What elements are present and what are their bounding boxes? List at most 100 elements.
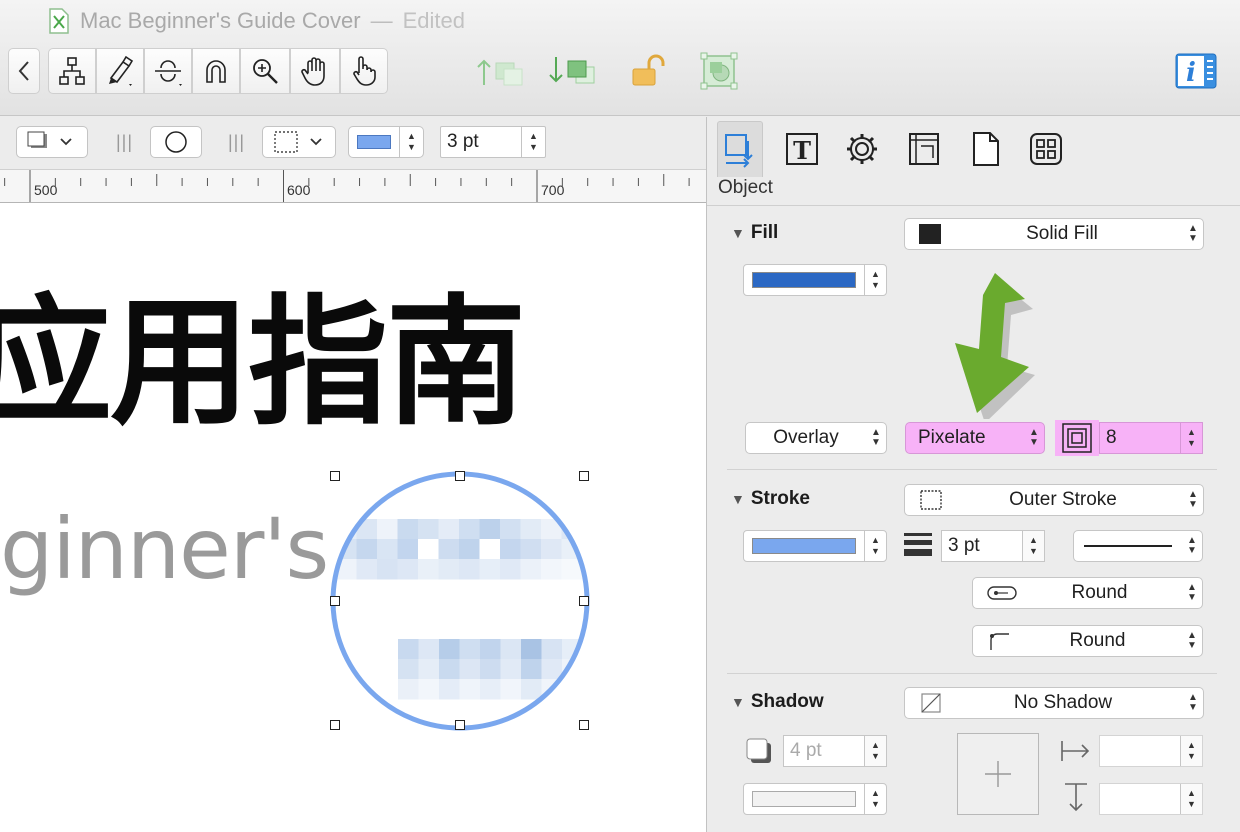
diagram-tree-icon (59, 57, 85, 85)
cover-subtitle[interactable]: ginner's (0, 507, 329, 591)
line-join-popup[interactable]: Round ▲ ▼ (972, 625, 1203, 657)
circle-shape-icon (165, 131, 187, 153)
hand-tool-button[interactable] (290, 48, 340, 94)
document-icon (49, 8, 69, 34)
disclosure-triangle-icon: ▼ (731, 694, 745, 710)
shadow-type-value: No Shadow (1013, 692, 1113, 713)
stroke-type-popup[interactable]: Outer Stroke ▲ ▼ (904, 484, 1204, 516)
shadow-x-offset-field[interactable]: ▲ ▼ (1099, 735, 1203, 767)
shadow-color-stepper[interactable]: ▲ ▼ (864, 784, 886, 814)
pixel-block (439, 659, 460, 680)
stroke-width-value: 3 pt (447, 131, 479, 152)
fill-color-stepper[interactable]: ▲ ▼ (864, 265, 886, 295)
window-title: Mac Beginner's Guide Cover — Edited (48, 6, 465, 36)
pixel-block (397, 539, 419, 560)
shape-style-popup[interactable] (16, 126, 88, 158)
fill-color-well[interactable]: ▲ ▼ (743, 264, 887, 296)
bring-forward-button[interactable] (474, 48, 530, 94)
shadow-fuzziness-field[interactable]: 4 pt ▲ ▼ (783, 735, 887, 767)
tab-text[interactable]: T (779, 121, 825, 177)
shadow-offset-pad[interactable] (957, 733, 1039, 815)
pixel-block (377, 559, 398, 580)
mask-button[interactable] (696, 48, 742, 94)
pixel-amount-stepper[interactable]: ▲ ▼ (1180, 423, 1202, 453)
drawing-canvas[interactable]: 应用指南 ginner's (0, 203, 706, 832)
selection-handle[interactable] (579, 596, 589, 606)
stroke-width-icon (903, 531, 935, 561)
selection-handle[interactable] (455, 720, 465, 730)
tab-properties[interactable] (839, 121, 885, 177)
shadow-color-swatch (752, 791, 856, 807)
fill-effect-popup[interactable]: Pixelate ▲ ▼ (905, 422, 1045, 454)
lock-button[interactable] (626, 48, 676, 94)
circle-shape-button[interactable] (150, 126, 202, 158)
solid-fill-icon (919, 224, 941, 244)
selection-handle[interactable] (330, 471, 340, 481)
selection-handle[interactable] (455, 471, 465, 481)
pixel-block (521, 659, 542, 680)
stroke-pattern-popup[interactable]: ▲ ▼ (1073, 530, 1203, 562)
tab-document[interactable] (963, 121, 1009, 177)
line-cap-popup[interactable]: Round ▲ ▼ (972, 577, 1203, 609)
zoom-button[interactable] (240, 48, 290, 94)
color-stepper[interactable]: ▲ ▼ (399, 127, 423, 157)
magnet-line-icon (155, 60, 182, 86)
crosshair-icon (985, 761, 1011, 787)
shadow-y-offset-stepper[interactable]: ▲ ▼ (1180, 784, 1202, 814)
pixel-block (500, 559, 521, 580)
pixel-block (500, 659, 522, 680)
shadow-section-toggle[interactable]: ▼ Shadow (731, 691, 824, 713)
stroke-color-well[interactable]: ▲ ▼ (743, 530, 887, 562)
browse-tool-button[interactable] (340, 48, 388, 94)
cover-heading[interactable]: 应用指南 (0, 293, 526, 433)
stroke-color-well[interactable]: ▲ ▼ (348, 126, 424, 158)
stroke-section-toggle[interactable]: ▼ Stroke (731, 488, 810, 510)
stroke-width-field[interactable]: 3 pt ▲ ▼ (440, 126, 546, 158)
hand-pan-icon (301, 57, 325, 86)
diagram-tool-button[interactable] (48, 48, 96, 94)
back-button[interactable] (8, 48, 40, 94)
pixel-amount-field[interactable]: 8 ▲ ▼ (1099, 422, 1203, 454)
stroke-width-field[interactable]: 3 pt ▲ ▼ (941, 530, 1045, 562)
pixel-block (520, 519, 542, 540)
style-brush-button[interactable] (96, 48, 144, 94)
object-inspector: T Object ▼ Fill Solid Fill ▲ ▼ ▲ ▼ Overl… (706, 117, 1240, 832)
fill-label: Fill (750, 222, 779, 243)
shadow-label: Shadow (750, 691, 824, 712)
blend-mode-popup[interactable]: Overlay ▲ ▼ (745, 422, 887, 454)
stroke-color-stepper[interactable]: ▲ ▼ (864, 531, 886, 561)
inspector-toggle-button[interactable]: i (1172, 48, 1220, 94)
send-backward-button[interactable] (546, 48, 602, 94)
magnet-line-button[interactable] (144, 48, 192, 94)
tab-canvas[interactable] (901, 121, 947, 177)
selection-handle[interactable] (330, 596, 340, 606)
format-divider: ||| (228, 132, 246, 152)
shadow-y-offset-field[interactable]: ▲ ▼ (1099, 783, 1203, 815)
magnet-button[interactable] (192, 48, 240, 94)
selection-handle[interactable] (330, 720, 340, 730)
pixel-block (500, 539, 521, 560)
shadow-type-popup[interactable]: No Shadow ▲ ▼ (904, 687, 1204, 719)
fill-type-popup[interactable]: Solid Fill ▲ ▼ (904, 218, 1204, 250)
selection-handle[interactable] (579, 720, 589, 730)
horizontal-offset-icon (1059, 737, 1093, 765)
shadow-fuzziness-stepper[interactable]: ▲ ▼ (864, 736, 886, 766)
stroke-style-popup[interactable] (262, 126, 336, 158)
selection-handle[interactable] (579, 471, 589, 481)
pixel-block (521, 639, 542, 660)
properties-gear-icon (847, 134, 877, 164)
selected-circle-shape[interactable] (330, 471, 590, 731)
send-backward-icon (549, 57, 595, 84)
vertical-offset-icon (1061, 781, 1091, 815)
tab-object[interactable] (717, 121, 763, 177)
shadow-fuzz-icon (745, 737, 773, 765)
stroke-width-stepper[interactable]: ▲ ▼ (1022, 531, 1044, 561)
width-stepper[interactable]: ▲ ▼ (521, 127, 545, 157)
fill-color-swatch (752, 272, 856, 288)
app-window: Mac Beginner's Guide Cover — Edited i ||… (0, 0, 1240, 832)
tab-stencils[interactable] (1023, 121, 1069, 177)
fill-section-toggle[interactable]: ▼ Fill (731, 222, 778, 244)
shadow-x-offset-stepper[interactable]: ▲ ▼ (1180, 736, 1202, 766)
shadow-color-well[interactable]: ▲ ▼ (743, 783, 887, 815)
pixel-block (398, 659, 419, 680)
